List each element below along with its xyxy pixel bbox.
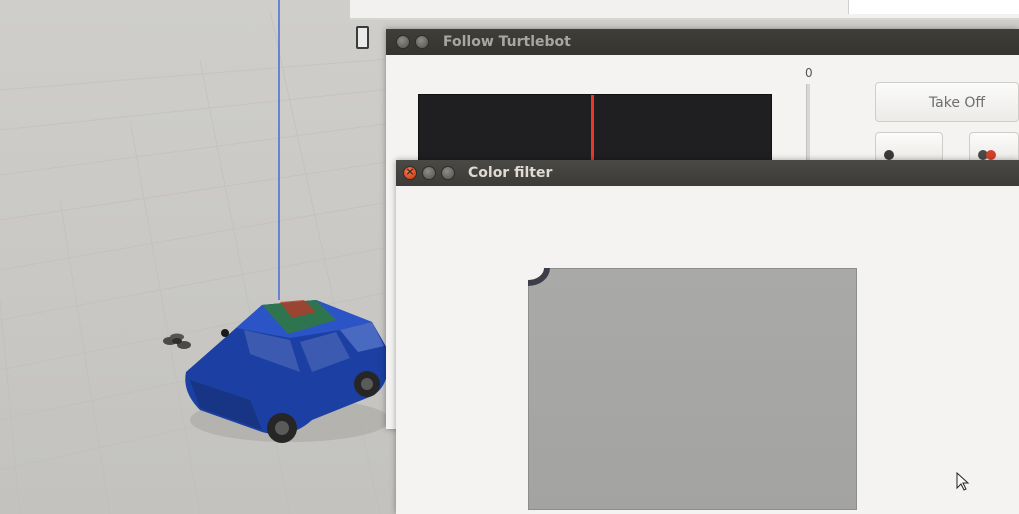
camera-view — [418, 94, 772, 166]
color-filter-window[interactable]: × Color filter — [396, 160, 1019, 514]
close-icon[interactable]: × — [403, 165, 417, 180]
window-title: Follow Turtlebot — [443, 34, 571, 50]
maximize-icon[interactable] — [441, 166, 455, 180]
red-dot-icon — [986, 150, 996, 160]
minimize-icon[interactable] — [422, 166, 436, 180]
minimize-icon[interactable] — [415, 35, 429, 49]
quadrotor-drone-icon[interactable] — [163, 333, 191, 350]
background-window-panel — [848, 0, 1019, 14]
mouse-cursor-icon — [956, 472, 970, 491]
window-frame-marker — [356, 26, 369, 49]
background-window — [350, 0, 1019, 20]
slider-value: 0 — [805, 66, 813, 80]
tertiary-button[interactable] — [969, 132, 1019, 162]
take-off-button[interactable]: Take Off — [875, 82, 1019, 122]
tracking-line — [591, 95, 594, 165]
close-icon[interactable] — [396, 35, 410, 49]
window-title: Color filter — [468, 165, 553, 181]
dark-dot-icon — [884, 150, 894, 160]
filtered-image-view — [528, 268, 857, 510]
color-filter-titlebar[interactable]: × Color filter — [396, 160, 1019, 186]
car-model-icon[interactable] — [185, 300, 390, 443]
follow-turtlebot-titlebar[interactable]: Follow Turtlebot — [386, 29, 1019, 55]
secondary-button[interactable] — [875, 132, 943, 162]
